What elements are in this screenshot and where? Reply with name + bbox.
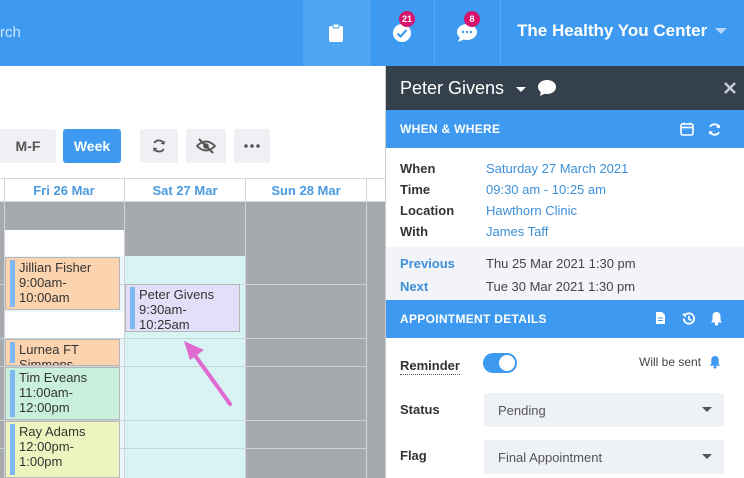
divider (245, 178, 246, 478)
history-icon[interactable] (681, 311, 696, 326)
clipboard-button[interactable] (303, 0, 369, 66)
more-icon (244, 144, 260, 148)
refresh-button[interactable] (140, 129, 178, 163)
appointment-time: 12:00pm- (19, 439, 74, 454)
appointment-client: Peter Givens (139, 287, 215, 302)
flag-label: Flag (400, 448, 427, 463)
reminder-toggle[interactable] (483, 353, 517, 373)
reminder-status: Will be sent (639, 355, 702, 369)
hide-button[interactable] (186, 129, 226, 163)
with-value[interactable]: James Taff (486, 224, 548, 239)
flag-select[interactable]: Final Appointment (484, 440, 724, 474)
chevron-down-icon (702, 454, 712, 459)
appointment-card[interactable]: Lurnea FT Simmons (5, 339, 120, 366)
day-header-sun[interactable]: Sun 28 Mar (246, 178, 366, 202)
tasks-button[interactable]: 21 (369, 0, 435, 66)
refresh-icon[interactable] (707, 122, 722, 137)
appointment-card[interactable]: Ray Adams 12:00pm- 1:00pm (5, 421, 120, 478)
appointment-time: 12:00pm (19, 400, 70, 415)
chat-icon[interactable] (537, 79, 557, 97)
calendar-icon[interactable] (680, 122, 694, 136)
messages-badge: 8 (464, 11, 480, 27)
appointment-card[interactable]: Peter Givens 9:30am- 10:25am (125, 284, 240, 332)
more-button[interactable] (234, 129, 270, 163)
divider (366, 178, 367, 478)
appointment-time: 10:25am (139, 317, 190, 332)
time-value[interactable]: 09:30 am - 10:25 am (486, 182, 606, 197)
refresh-icon (153, 139, 165, 153)
appointment-card[interactable]: Tim Eveans 11:00am- 12:00pm (5, 367, 120, 420)
status-stripe (130, 287, 135, 329)
section-title: APPOINTMENT DETAILS (400, 312, 547, 326)
unavailable-slot (246, 202, 366, 478)
chevron-down-icon[interactable] (715, 28, 727, 34)
status-stripe (10, 424, 15, 475)
appointment-time: 10:00am (19, 290, 70, 305)
unavailable-slot (4, 202, 124, 230)
panel-header: Peter Givens (386, 66, 744, 110)
appointment-time: 9:30am- (139, 302, 187, 317)
status-stripe (10, 260, 15, 307)
document-icon[interactable] (655, 311, 666, 325)
status-stripe (10, 342, 15, 363)
appointment-time: 11:00am- (19, 385, 73, 400)
time-slot[interactable] (4, 230, 124, 256)
when-value[interactable]: Saturday 27 March 2021 (486, 161, 628, 176)
status-label: Status (400, 402, 440, 417)
toggle-knob (499, 355, 515, 371)
time-slot[interactable] (4, 312, 124, 338)
status-select[interactable]: Pending (484, 393, 724, 427)
previous-link[interactable]: Previous (400, 256, 455, 271)
search-input[interactable]: rch (0, 24, 21, 41)
day-header-sat[interactable]: Sat 27 Mar (125, 178, 245, 202)
view-mf-button[interactable]: M-F (0, 129, 56, 163)
appointment-navigation: Previous Thu 25 Mar 2021 1:30 pm Next Tu… (386, 247, 744, 300)
previous-value: Thu 25 Mar 2021 1:30 pm (486, 256, 636, 271)
appointment-details-header: APPOINTMENT DETAILS (386, 300, 744, 338)
chevron-down-icon (702, 407, 712, 412)
bell-icon (709, 356, 721, 369)
appointment-client: Jillian Fisher (19, 260, 92, 275)
status-value: Pending (498, 403, 546, 418)
appointment-time: 9:00am- (19, 275, 67, 290)
close-icon[interactable] (724, 82, 736, 94)
org-switcher[interactable]: The Healthy You Center (517, 21, 707, 41)
when-label: When (400, 161, 436, 176)
next-value: Tue 30 Mar 2021 1:30 pm (486, 279, 636, 294)
chevron-down-icon[interactable] (516, 87, 526, 92)
status-stripe (10, 370, 15, 417)
view-week-button[interactable]: Week (63, 129, 121, 163)
divider (500, 0, 501, 66)
messages-button[interactable]: 8 (434, 0, 500, 66)
location-value[interactable]: Hawthorn Clinic (486, 203, 577, 218)
appointment-client: Ray Adams (19, 424, 86, 439)
unavailable-slot (125, 202, 245, 256)
section-title: WHEN & WHERE (400, 122, 501, 136)
next-link[interactable]: Next (400, 279, 428, 294)
flag-value: Final Appointment (498, 450, 603, 465)
client-name-dropdown[interactable]: Peter Givens (400, 78, 504, 99)
eye-slash-icon (196, 138, 216, 154)
tasks-badge: 21 (399, 11, 416, 27)
appointment-client: Simmons (19, 357, 74, 366)
bell-icon[interactable] (710, 311, 723, 326)
pointer-arrow-icon (184, 341, 232, 406)
day-header-fri[interactable]: Fri 26 Mar (4, 178, 124, 202)
unavailable-slot (366, 202, 385, 478)
when-where-header: WHEN & WHERE (386, 110, 744, 148)
appointment-card[interactable]: Jillian Fisher 9:00am- 10:00am (5, 257, 120, 310)
reminder-label: Reminder (400, 358, 460, 375)
appointment-time: 1:00pm (19, 454, 63, 469)
location-label: Location (400, 203, 455, 218)
appointment-panel: Peter Givens WHEN & WHERE When Saturday … (385, 66, 744, 478)
time-label: Time (400, 182, 431, 197)
clipboard-icon (329, 23, 343, 42)
with-label: With (400, 224, 429, 239)
top-bar: rch 21 8 The Healthy You Center (0, 0, 744, 66)
appointment-client: Lurnea FT (19, 342, 79, 357)
appointment-client: Tim Eveans (19, 370, 88, 385)
